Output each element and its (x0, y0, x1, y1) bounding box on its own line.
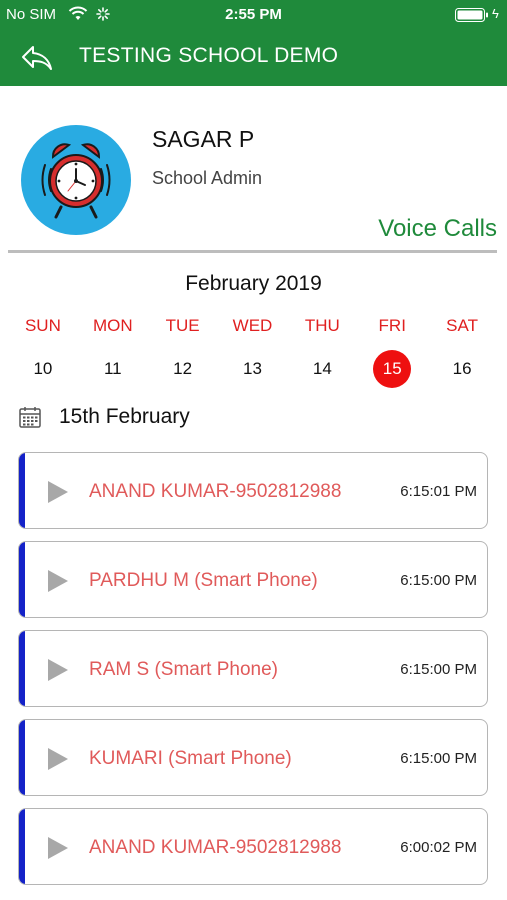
weekday-label: WED (232, 316, 273, 335)
avatar (21, 125, 131, 235)
battery-icon (455, 8, 488, 22)
date-number: 13 (243, 359, 262, 378)
card-accent (19, 809, 25, 884)
card-accent (19, 631, 25, 706)
charging-icon: ϟ (492, 6, 499, 21)
play-icon[interactable] (47, 836, 69, 860)
play-icon[interactable] (47, 658, 69, 682)
weekday-label: TUE (165, 316, 200, 335)
weekday-label: SAT (446, 316, 478, 335)
call-card[interactable]: PARDHU M (Smart Phone) 6:15:00 PM (18, 541, 488, 618)
date-row: 10 11 12 13 14 15 16 (8, 350, 497, 388)
call-card[interactable]: ANAND KUMAR-9502812988 6:15:01 PM (18, 452, 488, 529)
play-icon[interactable] (47, 480, 69, 504)
weekday-label: MON (92, 316, 133, 335)
date-number: 14 (312, 359, 332, 378)
call-card[interactable]: RAM S (Smart Phone) 6:15:00 PM (18, 630, 488, 707)
call-card[interactable]: ANAND KUMAR-9502812988 6:00:02 PM (18, 808, 488, 885)
app-title: TESTING SCHOOL DEMO (79, 44, 339, 67)
caller-name: ANAND KUMAR-9502812988 (89, 481, 342, 502)
date-cell[interactable]: 16 (427, 350, 497, 388)
status-bar: No SIM 2:55 PM ϟ (0, 0, 507, 30)
profile-role: School Admin (152, 168, 263, 188)
caller-name: KUMARI (Smart Phone) (89, 748, 292, 769)
date-number: 16 (452, 359, 472, 378)
play-icon[interactable] (47, 569, 69, 593)
call-card[interactable]: KUMARI (Smart Phone) 6:15:00 PM (18, 719, 488, 796)
weekday-label: FRI (378, 316, 406, 335)
alarm-clock-icon (41, 143, 111, 219)
date-cell[interactable]: 13 (218, 350, 288, 388)
weekday-row: SUN MON TUE WED THU FRI SAT (8, 316, 497, 336)
call-time: 6:15:01 PM (400, 483, 477, 500)
call-time: 6:15:00 PM (400, 572, 477, 589)
weekday-label: THU (304, 316, 340, 335)
date-number: 11 (103, 359, 122, 378)
date-number: 15 (373, 350, 412, 388)
call-time: 6:00:02 PM (400, 839, 477, 856)
day-header: 15th February (18, 402, 190, 432)
call-time: 6:15:00 PM (400, 661, 477, 678)
caller-name: ANAND KUMAR-9502812988 (89, 837, 342, 858)
card-accent (19, 720, 25, 795)
call-time: 6:15:00 PM (400, 750, 477, 767)
date-cell[interactable]: 11 (78, 350, 148, 388)
day-label: 15th February (59, 405, 190, 428)
app-bar: TESTING SCHOOL DEMO (0, 30, 507, 86)
card-accent (19, 453, 25, 528)
date-number: 10 (33, 359, 53, 378)
calendar-icon (19, 407, 41, 428)
date-cell[interactable]: 14 (287, 350, 357, 388)
weekday-label: SUN (24, 316, 61, 335)
month-label: February 2019 (185, 272, 322, 295)
caller-name: RAM S (Smart Phone) (89, 659, 278, 680)
date-cell[interactable]: 10 (8, 350, 78, 388)
call-list: ANAND KUMAR-9502812988 6:15:01 PM PARDHU… (18, 452, 488, 897)
caller-name: PARDHU M (Smart Phone) (89, 570, 318, 591)
status-time: 2:55 PM (225, 6, 282, 23)
back-arrow-icon[interactable] (20, 44, 54, 72)
divider (8, 250, 497, 253)
date-cell[interactable]: 15 (357, 350, 427, 388)
card-accent (19, 542, 25, 617)
section-title: Voice Calls (378, 215, 497, 242)
play-icon[interactable] (47, 747, 69, 771)
profile-name: SAGAR P (152, 126, 255, 152)
date-number: 12 (173, 359, 193, 378)
date-cell[interactable]: 12 (148, 350, 218, 388)
